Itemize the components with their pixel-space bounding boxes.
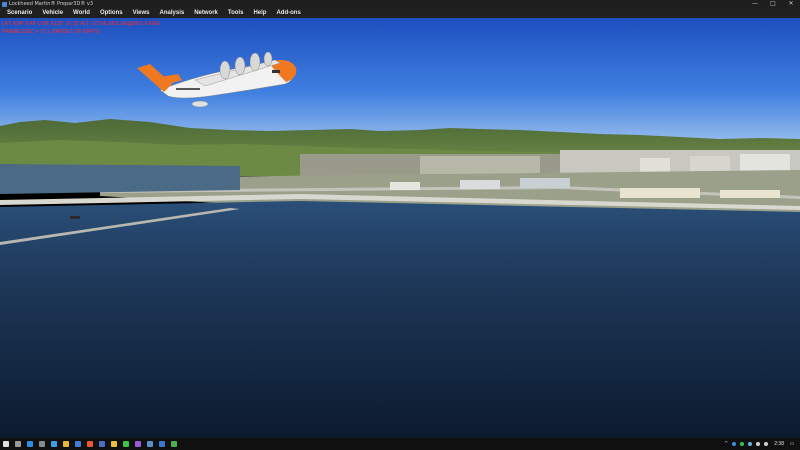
menu-add-ons[interactable]: Add-ons: [271, 8, 305, 18]
menu-analysis[interactable]: Analysis: [155, 8, 190, 18]
menu-network[interactable]: Network: [189, 8, 223, 18]
menu-scenario[interactable]: Scenario: [2, 8, 37, 18]
volume-icon[interactable]: [762, 438, 770, 450]
line-icon[interactable]: [120, 438, 132, 450]
title-bar[interactable]: Lockheed Martin® Prepar3D® v3 — □ ✕: [0, 0, 800, 8]
maximize-button[interactable]: □: [764, 0, 782, 8]
menu-options[interactable]: Options: [95, 8, 128, 18]
prepar3d-icon[interactable]: [144, 438, 156, 450]
app-green-icon[interactable]: [168, 438, 180, 450]
windows-start-icon[interactable]: [0, 438, 12, 450]
chrome-icon[interactable]: [108, 438, 120, 450]
menu-tools[interactable]: Tools: [223, 8, 249, 18]
hud-overlay: LAT: N34° 8.48' LON: E132° 16.15' ALT: 1…: [2, 20, 160, 36]
notification-icon[interactable]: ▭: [788, 438, 796, 450]
hud-fps-readout: FRAMES/SEC = 27.1 (TARGET OF 60FPS): [2, 29, 100, 35]
menu-help[interactable]: Help: [248, 8, 271, 18]
menu-vehicle[interactable]: Vehicle: [37, 8, 68, 18]
minimize-button[interactable]: —: [746, 0, 764, 8]
boat: [70, 216, 80, 219]
taskbar-clock[interactable]: 2:38: [770, 441, 788, 447]
system-tray: ^ 2:38 ▭: [722, 438, 800, 450]
network-icon[interactable]: [754, 438, 762, 450]
tray-green-icon[interactable]: [738, 438, 746, 450]
task-view-icon[interactable]: [36, 438, 48, 450]
menu-bar: Scenario Vehicle World Options Views Ana…: [0, 8, 800, 18]
menu-views[interactable]: Views: [128, 8, 155, 18]
search-icon[interactable]: [12, 438, 24, 450]
chevron-up-icon[interactable]: ^: [722, 438, 730, 450]
bay: [0, 164, 240, 194]
simulator-viewport[interactable]: [0, 18, 800, 438]
tray-app-icon[interactable]: [730, 438, 738, 450]
mail-icon[interactable]: [72, 438, 84, 450]
file-explorer-icon[interactable]: [60, 438, 72, 450]
app-blue-icon[interactable]: [156, 438, 168, 450]
media-player-icon[interactable]: [84, 438, 96, 450]
close-button[interactable]: ✕: [782, 0, 800, 8]
store-icon[interactable]: [48, 438, 60, 450]
edge-icon[interactable]: [24, 438, 36, 450]
sea: [0, 201, 800, 438]
hud-position-readout: LAT: N34° 8.48' LON: E132° 16.15' ALT: 1…: [2, 21, 160, 27]
app-icon: [2, 1, 7, 7]
app-purple-icon[interactable]: [132, 438, 144, 450]
scene-render: [0, 18, 800, 438]
photos-icon[interactable]: [96, 438, 108, 450]
window-title: Lockheed Martin® Prepar3D® v3: [9, 1, 94, 7]
menu-world[interactable]: World: [68, 8, 95, 18]
tray-cloud-icon[interactable]: [746, 438, 754, 450]
taskbar: ^ 2:38 ▭: [0, 438, 800, 450]
